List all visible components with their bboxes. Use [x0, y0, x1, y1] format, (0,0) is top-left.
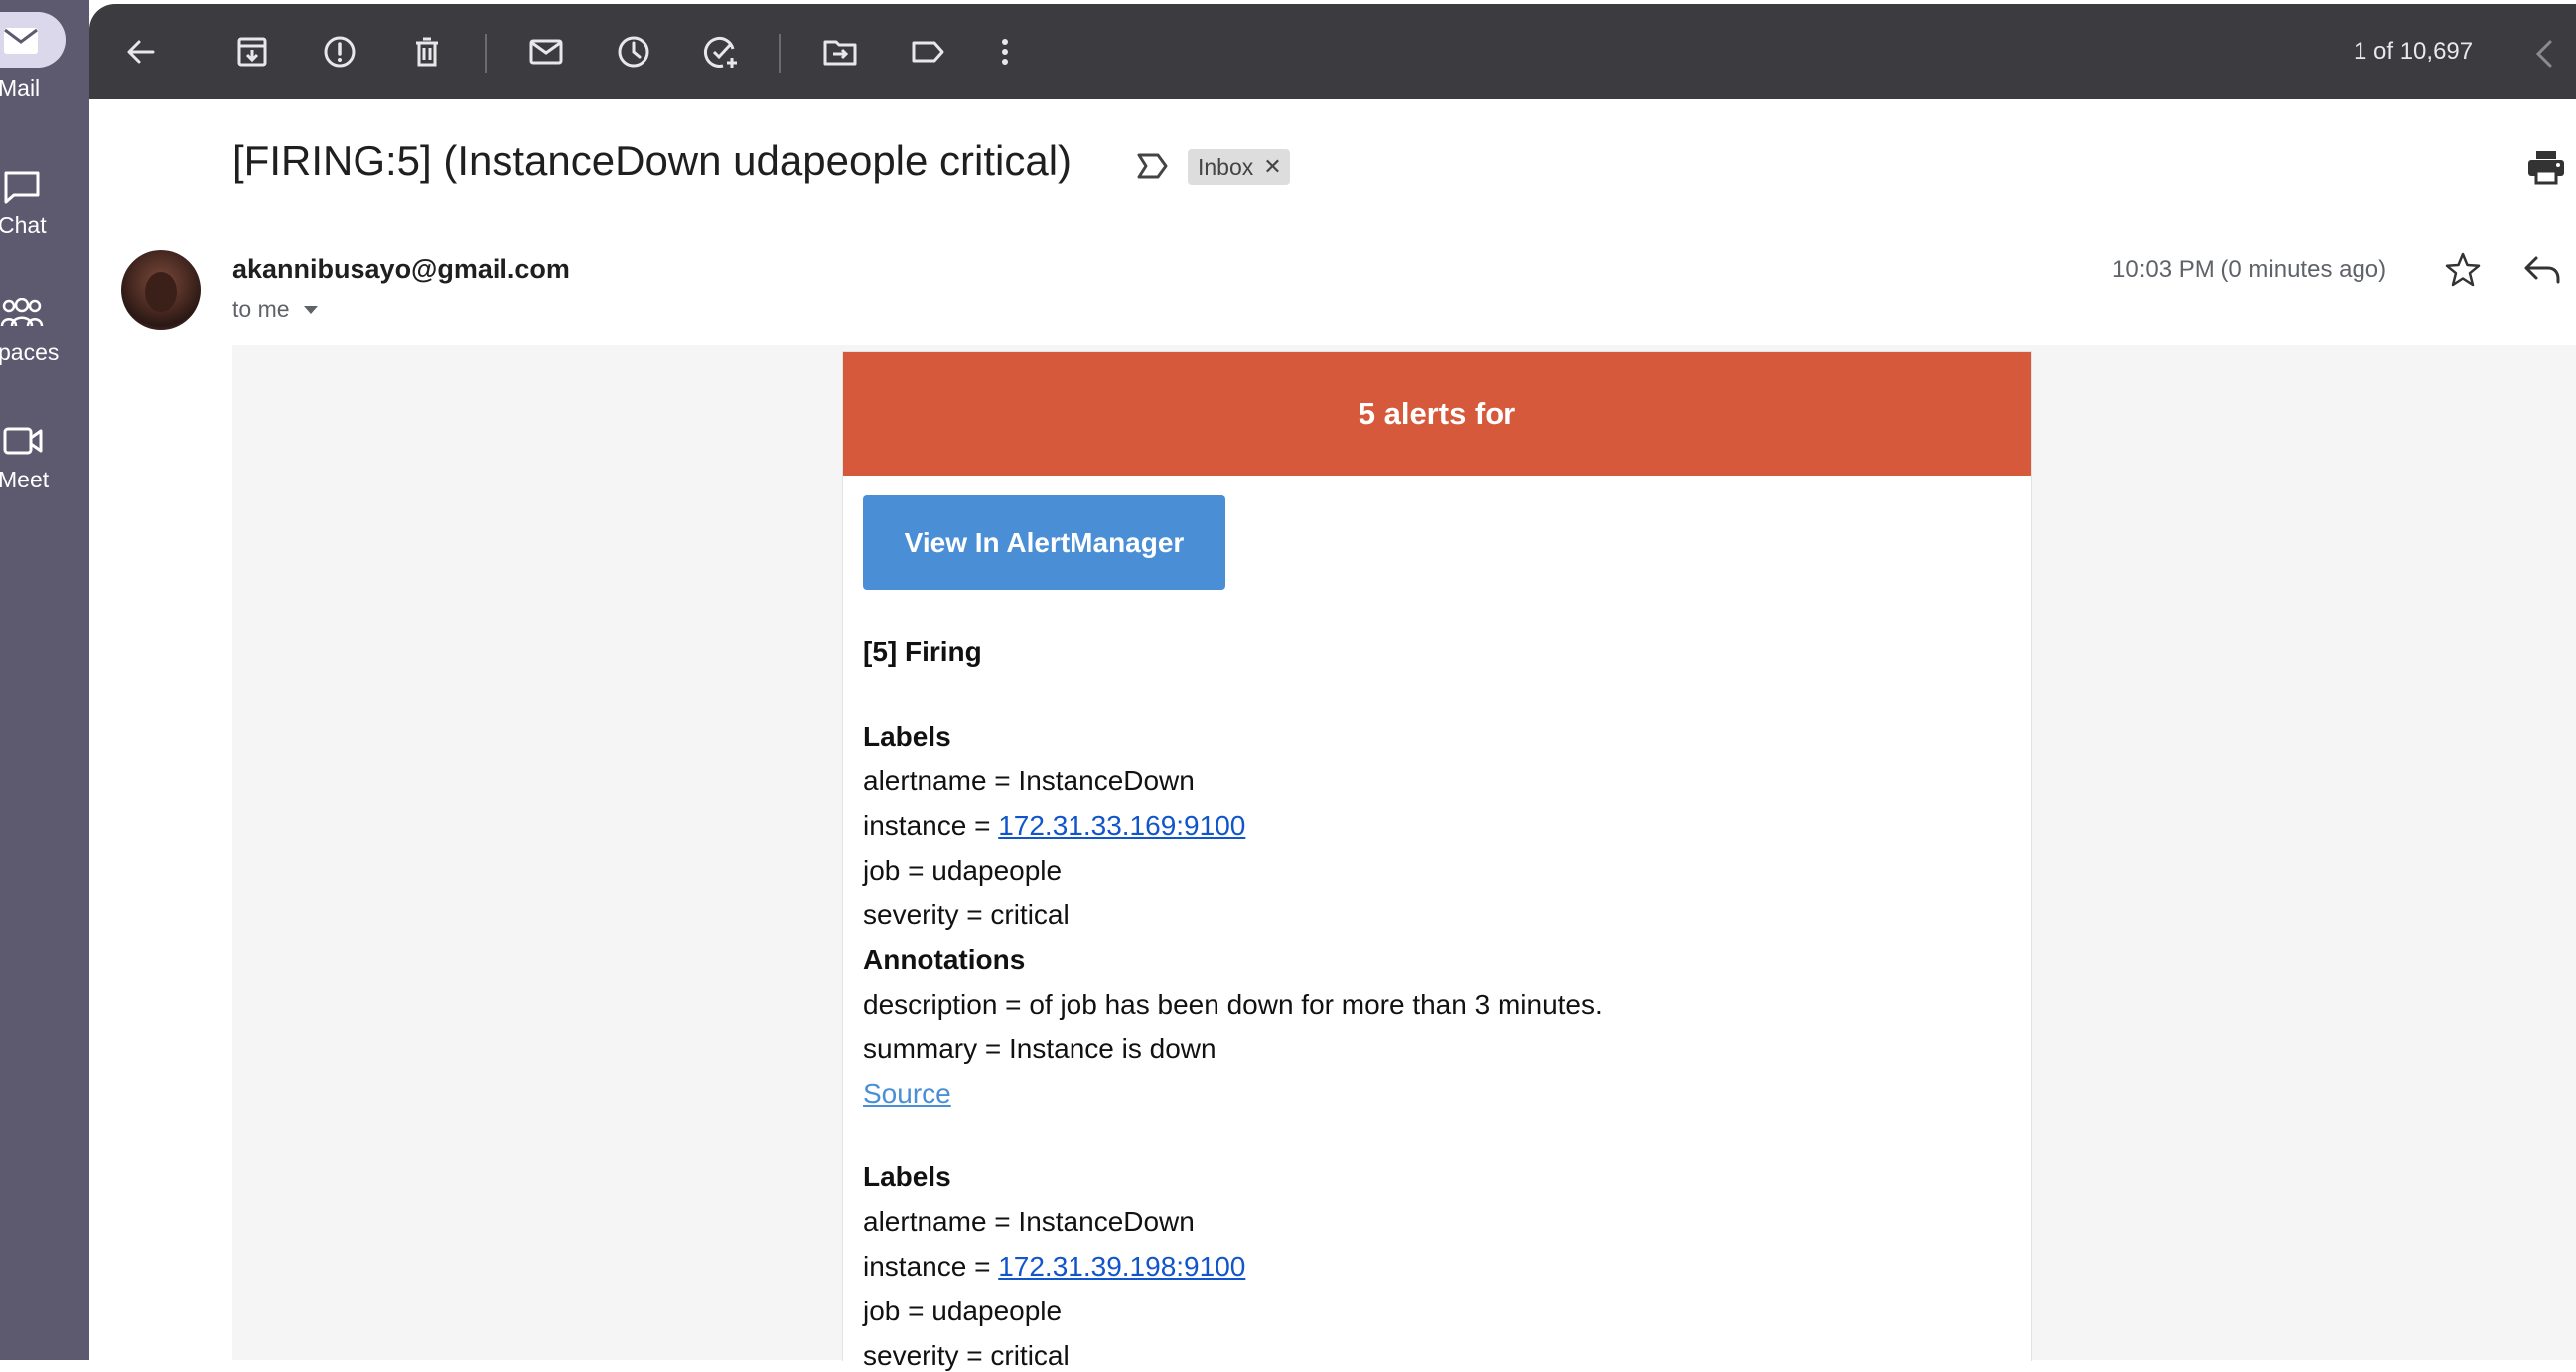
email-timestamp: 10:03 PM (0 minutes ago)	[2112, 256, 2387, 283]
importance-marker-icon[interactable]	[1136, 151, 1170, 181]
report-spam-icon[interactable]	[320, 32, 359, 71]
toolbar-divider	[779, 34, 781, 73]
inbox-label-chip: Inbox ✕	[1188, 149, 1290, 185]
label-severity: severity = critical	[863, 1340, 1070, 1371]
label-alertname: alertname = InstanceDown	[863, 765, 1195, 796]
instance-prefix: instance =	[863, 810, 999, 841]
move-to-icon[interactable]	[820, 32, 860, 71]
label-severity: severity = critical	[863, 899, 1070, 930]
instance-prefix: instance =	[863, 1251, 999, 1282]
email-toolbar: 1 of 10,697	[89, 4, 2576, 99]
alert-card: 5 alerts for View In AlertManager [5] Fi…	[842, 351, 2032, 1371]
instance-link[interactable]: 172.31.33.169:9100	[998, 810, 1245, 841]
sender-email[interactable]: akannibusayo@gmail.com	[232, 254, 570, 285]
label-job: job = udapeople	[863, 1296, 1063, 1326]
delete-icon[interactable]	[407, 32, 447, 71]
rail-label-meet: Meet	[0, 467, 50, 492]
more-icon[interactable]	[985, 32, 1025, 71]
recipient-label: to me	[232, 296, 290, 322]
source-link-row: Source	[863, 1078, 2005, 1110]
alert-header: 5 alerts for	[843, 352, 2031, 476]
annotations-heading: Annotations	[863, 944, 1026, 975]
label-icon[interactable]	[908, 32, 947, 71]
annotation-summary: summary = Instance is down	[863, 1033, 1216, 1064]
toolbar-divider	[485, 34, 487, 73]
label-job: job = udapeople	[863, 855, 1063, 886]
labels-heading: Labels	[863, 1162, 951, 1192]
reply-icon[interactable]	[2522, 252, 2562, 288]
label-instance: instance = 172.31.39.198:9100	[863, 1251, 2005, 1283]
rail-label-mail: Mail	[0, 75, 41, 101]
source-link[interactable]: Source	[863, 1078, 951, 1109]
firing-count: [5] Firing	[863, 636, 982, 667]
snooze-icon[interactable]	[614, 32, 653, 71]
chevron-left-icon[interactable]	[2530, 36, 2560, 71]
instance-link[interactable]: 172.31.39.198:9100	[998, 1251, 1245, 1282]
labels-heading: Labels	[863, 721, 951, 752]
chat-icon	[4, 171, 40, 204]
label-alertname: alertname = InstanceDown	[863, 1206, 1195, 1237]
meet-icon	[3, 427, 43, 455]
caret-down-icon	[303, 305, 318, 314]
star-icon[interactable]	[2443, 250, 2483, 290]
mail-icon	[4, 28, 38, 54]
rail-label-spaces: paces	[0, 340, 60, 365]
print-icon[interactable]	[2526, 149, 2566, 185]
remove-label-icon[interactable]: ✕	[1263, 154, 1281, 180]
back-arrow-icon[interactable]	[121, 32, 161, 71]
annotation-description: description = of job has been down for m…	[863, 989, 1603, 1020]
view-in-alertmanager-button[interactable]: View In AlertManager	[863, 495, 1225, 590]
message-count: 1 of 10,697	[2354, 38, 2474, 65]
mark-unread-icon[interactable]	[526, 32, 566, 71]
recipient-details-toggle[interactable]: to me	[232, 296, 318, 323]
inbox-label-text: Inbox	[1198, 153, 1254, 180]
archive-icon[interactable]	[232, 32, 272, 71]
email-subject: [FIRING:5] (InstanceDown udapeople criti…	[232, 137, 1073, 184]
sender-avatar[interactable]	[121, 250, 201, 330]
add-to-tasks-icon[interactable]	[701, 32, 741, 71]
spaces-icon	[0, 298, 44, 327]
rail-label-chat: Chat	[0, 212, 47, 238]
label-instance: instance = 172.31.33.169:9100	[863, 810, 2005, 842]
left-rail: Mail Chat paces Meet	[0, 0, 89, 1360]
